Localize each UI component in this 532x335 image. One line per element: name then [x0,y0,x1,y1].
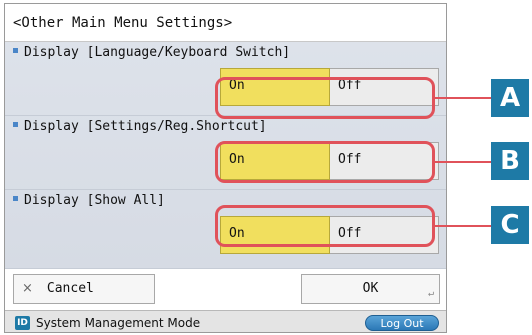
setting-label: Display [Settings/Reg.Shortcut] [24,119,267,134]
close-icon: × [22,281,33,296]
footer-bar: × Cancel OK ↵ [5,268,446,311]
setting-show-all: Display [Show All] On Off [5,190,446,264]
toggle-show-all: On Off [220,216,439,254]
settings-list: Display [Language/Keyboard Switch] On Of… [5,42,446,268]
callout-connector-a [435,97,492,99]
bullet-icon [13,122,18,127]
cancel-button[interactable]: × Cancel [13,274,155,304]
callout-badge-c: C [491,206,529,244]
setting-language-keyboard-switch: Display [Language/Keyboard Switch] On Of… [5,42,446,116]
setting-label: Display [Language/Keyboard Switch] [24,45,291,60]
bullet-icon [13,196,18,201]
enter-icon: ↵ [427,288,434,299]
logout-button[interactable]: Log Out [365,315,439,331]
callout-badge-a: A [491,79,529,117]
setting-label: Display [Show All] [24,193,165,208]
option-off[interactable]: Off [330,142,439,180]
callout-connector-c [435,225,492,227]
option-on[interactable]: On [220,216,330,254]
option-off[interactable]: Off [330,216,439,254]
toggle-language-keyboard-switch: On Off [220,68,439,106]
toggle-settings-reg-shortcut: On Off [220,142,439,180]
option-off[interactable]: Off [330,68,439,106]
status-text: System Management Mode [36,316,201,330]
option-on[interactable]: On [220,68,330,106]
bullet-icon [13,48,18,53]
option-on[interactable]: On [220,142,330,180]
cancel-label: Cancel [46,281,94,296]
callout-connector-b [435,161,492,163]
id-icon: ID [15,316,30,330]
setting-settings-reg-shortcut: Display [Settings/Reg.Shortcut] On Off [5,116,446,190]
ok-label: OK [362,281,379,296]
callout-badge-b: B [491,142,529,180]
ok-button[interactable]: OK ↵ [301,274,440,304]
settings-panel: <Other Main Menu Settings> Display [Lang… [4,3,447,333]
status-bar: ID System Management Mode Log Out [5,310,446,332]
page-title: <Other Main Menu Settings> [5,4,446,42]
